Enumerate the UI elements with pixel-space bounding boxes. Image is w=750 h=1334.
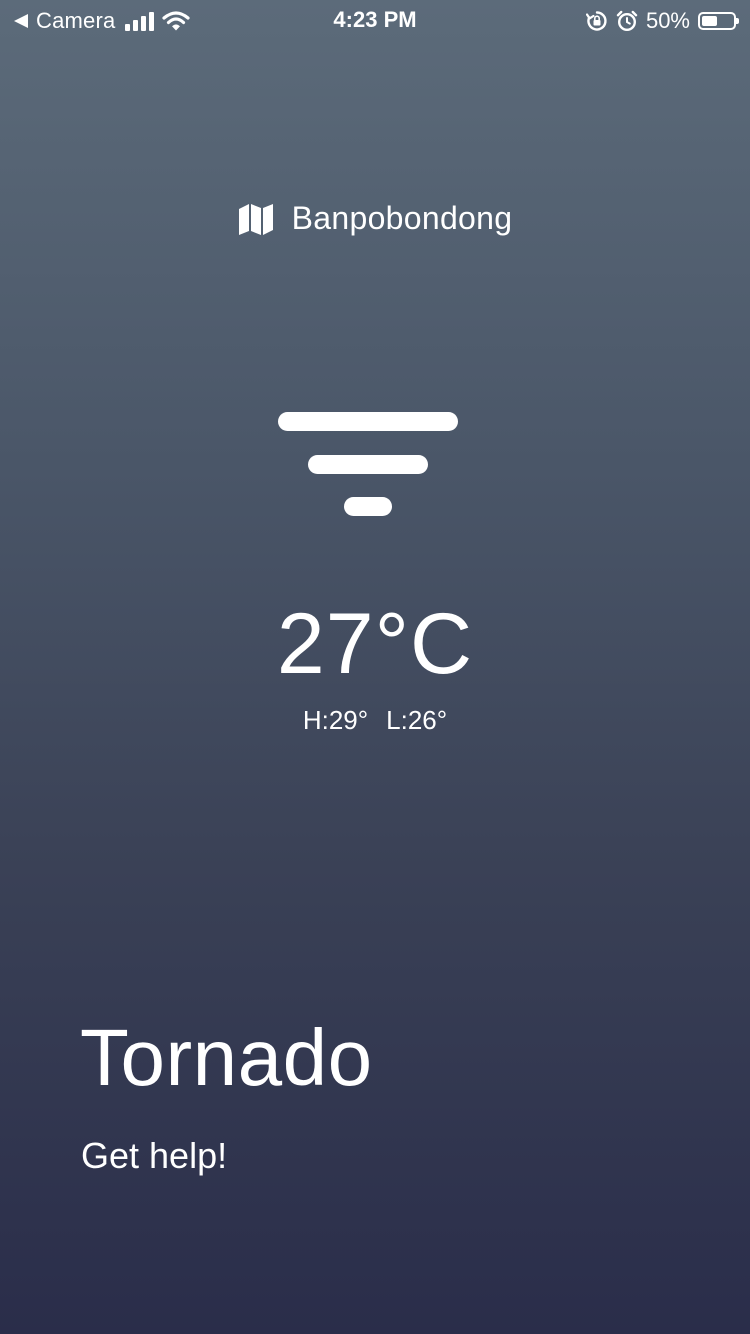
get-help-link[interactable]: Get help! xyxy=(81,1134,227,1178)
status-bar: Camera 4:23 PM 50% xyxy=(0,0,750,40)
map-icon xyxy=(238,203,273,235)
current-temperature: 27°C xyxy=(276,596,474,692)
high-temperature: H:29° xyxy=(302,705,369,735)
location-name: Banpobondong xyxy=(291,200,513,236)
alert-title: Tornado xyxy=(80,1013,373,1102)
location-header[interactable]: Banpobondong xyxy=(0,200,750,237)
orientation-lock-icon xyxy=(585,11,607,31)
battery-percent: 50% xyxy=(645,8,690,33)
low-temperature: L:26° xyxy=(386,705,448,735)
alarm-icon xyxy=(616,10,638,32)
high-low-temperature: H:29° L:26° xyxy=(0,702,750,738)
battery-nub xyxy=(736,18,739,24)
battery-icon xyxy=(698,12,739,30)
tornado-icon xyxy=(278,412,458,516)
battery-level-fill xyxy=(702,16,717,26)
